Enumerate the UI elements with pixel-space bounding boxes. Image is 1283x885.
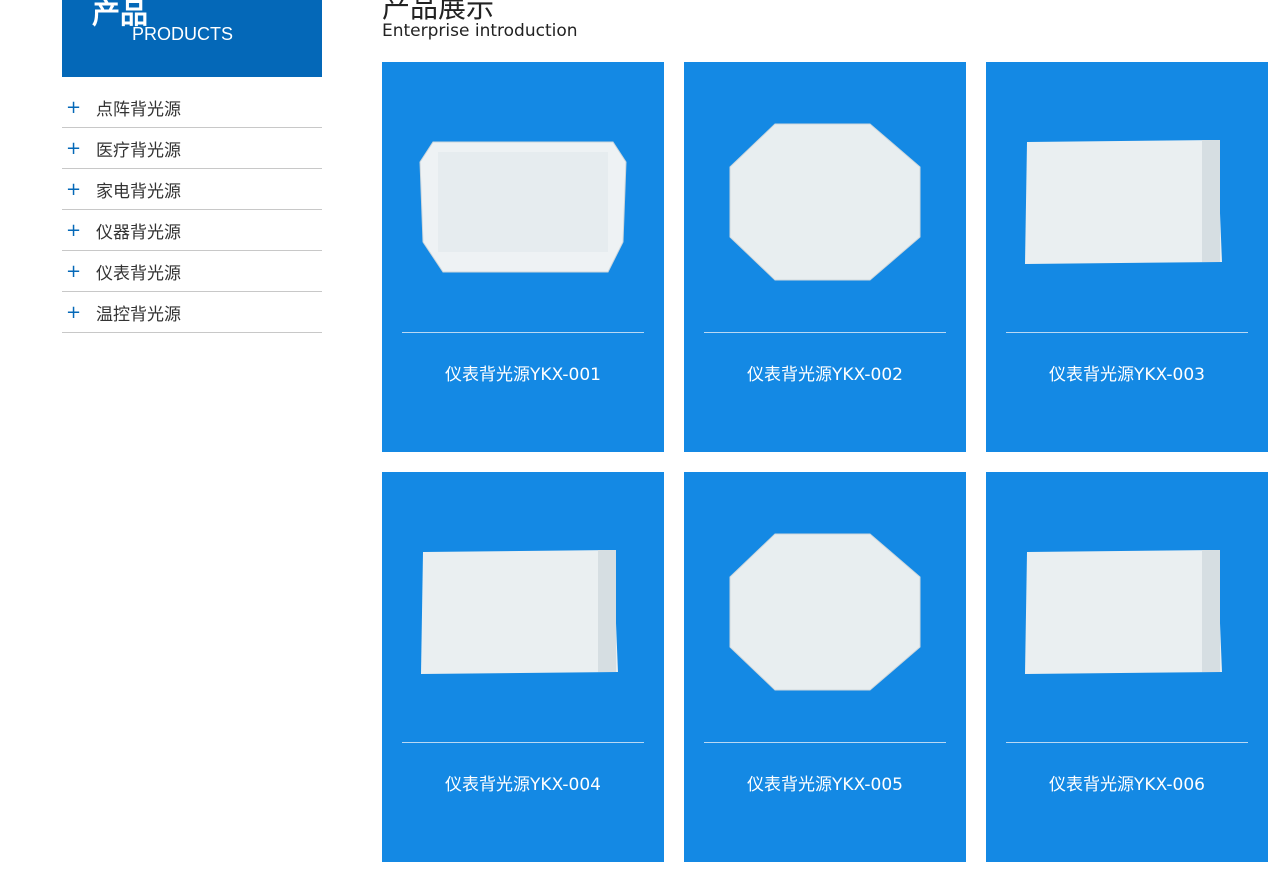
product-card[interactable]: 仪表背光源YKX-002 bbox=[684, 62, 966, 452]
divider bbox=[1006, 332, 1248, 333]
plus-icon: + bbox=[66, 178, 82, 200]
product-grid: 仪表背光源YKX-001 仪表背光源YKX-002 仪表背光源YKX-003 仪表背光… bbox=[382, 62, 1268, 862]
product-image[interactable] bbox=[720, 122, 930, 282]
sidebar-title-en: PRODUCTS bbox=[132, 24, 234, 44]
plus-icon: + bbox=[66, 301, 82, 323]
product-name[interactable]: 仪表背光源YKX-004 bbox=[382, 770, 664, 795]
product-image[interactable] bbox=[1022, 532, 1232, 692]
sidebar-item-label: 温控背光源 bbox=[96, 304, 181, 325]
product-image[interactable] bbox=[1022, 122, 1232, 282]
product-card[interactable]: 仪表背光源YKX-005 bbox=[684, 472, 966, 862]
sidebar-header: 产品 PRODUCTS bbox=[62, 0, 322, 77]
product-name[interactable]: 仪表背光源YKX-006 bbox=[986, 770, 1268, 795]
sidebar-item-label: 点阵背光源 bbox=[96, 99, 181, 120]
product-image[interactable] bbox=[418, 122, 628, 282]
product-card[interactable]: 仪表背光源YKX-003 bbox=[986, 62, 1268, 452]
product-image[interactable] bbox=[720, 532, 930, 692]
sidebar-item-label: 仪表背光源 bbox=[96, 263, 181, 284]
sidebar-item-label: 家电背光源 bbox=[96, 181, 181, 202]
divider bbox=[1006, 742, 1248, 743]
divider bbox=[704, 742, 946, 743]
product-card[interactable]: 仪表背光源YKX-006 bbox=[986, 472, 1268, 862]
product-card[interactable]: 仪表背光源YKX-001 bbox=[382, 62, 664, 452]
sidebar-menu: + 点阵背光源 + 医疗背光源 + 家电背光源 + 仪器背光源 + 仪表背光源 + 温控背光… bbox=[62, 87, 322, 333]
plus-icon: + bbox=[66, 137, 82, 159]
product-card[interactable]: 仪表背光源YKX-004 bbox=[382, 472, 664, 862]
plus-icon: + bbox=[66, 260, 82, 282]
product-name[interactable]: 仪表背光源YKX-003 bbox=[986, 360, 1268, 385]
sidebar-item[interactable]: + 医疗背光源 bbox=[62, 128, 322, 169]
product-name[interactable]: 仪表背光源YKX-002 bbox=[684, 360, 966, 385]
product-image[interactable] bbox=[418, 532, 628, 692]
sidebar-item-label: 仪器背光源 bbox=[96, 222, 181, 243]
plus-icon: + bbox=[66, 219, 82, 241]
divider bbox=[704, 332, 946, 333]
plus-icon: + bbox=[66, 96, 82, 118]
divider bbox=[402, 742, 644, 743]
sidebar-item[interactable]: + 仪器背光源 bbox=[62, 210, 322, 251]
sidebar-item[interactable]: + 仪表背光源 bbox=[62, 251, 322, 292]
sidebar-item[interactable]: + 家电背光源 bbox=[62, 169, 322, 210]
product-name[interactable]: 仪表背光源YKX-005 bbox=[684, 770, 966, 795]
sidebar-item[interactable]: + 点阵背光源 bbox=[62, 87, 322, 128]
sidebar-item[interactable]: + 温控背光源 bbox=[62, 292, 322, 333]
sidebar-item-label: 医疗背光源 bbox=[96, 140, 181, 161]
product-name[interactable]: 仪表背光源YKX-001 bbox=[382, 360, 664, 385]
page-subtitle: Enterprise introduction bbox=[382, 21, 578, 41]
divider bbox=[402, 332, 644, 333]
